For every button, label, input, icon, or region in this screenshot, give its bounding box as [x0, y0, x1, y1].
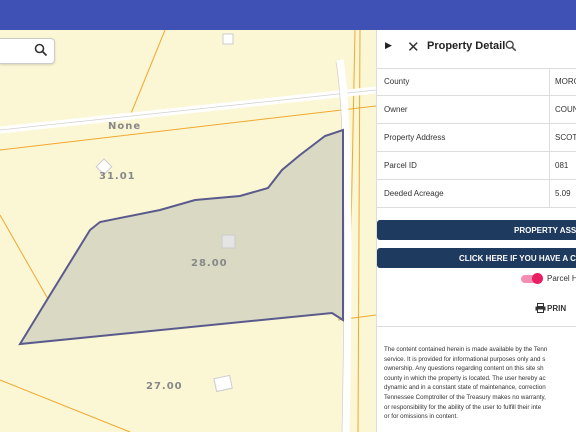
parcel-label: 31.01 [99, 171, 136, 182]
road-label: None [108, 121, 142, 132]
detail-value: MORG [555, 77, 576, 86]
building-icon [222, 33, 234, 45]
app-header-bar [0, 0, 576, 30]
printer-icon[interactable] [535, 303, 546, 313]
search-icon[interactable] [34, 43, 48, 57]
parcel-map[interactable]: None 31.01 28.00 27.00 [0, 30, 376, 432]
parcel-highlight-toggle[interactable] [521, 273, 543, 284]
property-detail-table: County MORG Owner COUN Property Address … [377, 68, 576, 208]
road-edge [0, 89, 376, 131]
parcel-line [0, 379, 131, 432]
disclaimer-text: The content contained herein is made ava… [384, 346, 548, 421]
detail-row-acreage: Deeded Acreage 5.09 [377, 180, 576, 208]
map-canvas[interactable] [0, 30, 376, 432]
detail-label: Parcel ID [384, 161, 417, 170]
button-label: CLICK HERE IF YOU HAVE A CONCE [459, 254, 576, 263]
print-button[interactable]: PRIN [547, 304, 566, 313]
detail-label: Deeded Acreage [384, 189, 444, 198]
detail-row-parcel-id: Parcel ID 081 [377, 152, 576, 180]
detail-value: COUN [555, 105, 576, 114]
panel-header: ▶ ✕ Property Detail [377, 30, 576, 69]
toggle-label: Parcel Hi [547, 274, 576, 283]
expand-icon[interactable]: ▶ [385, 40, 392, 51]
search-box[interactable] [0, 38, 55, 64]
panel-title: Property Detail [427, 40, 506, 52]
selected-parcel[interactable] [18, 128, 344, 346]
property-assessment-button[interactable]: PROPERTY ASSESS [377, 220, 576, 240]
parcel-label: 27.00 [146, 381, 183, 392]
detail-row-owner: Owner COUN [377, 96, 576, 124]
button-label: PROPERTY ASSESS [514, 226, 576, 235]
disclaimer: The content contained herein is made ava… [377, 326, 576, 432]
building-icon [221, 234, 236, 249]
building-icon [213, 374, 233, 393]
property-detail-panel: ▶ ✕ Property Detail County MORG Owner CO… [376, 30, 576, 432]
detail-label: Property Address [384, 133, 446, 142]
detail-label: County [384, 77, 410, 86]
detail-row-county: County MORG [377, 68, 576, 96]
report-concern-button[interactable]: CLICK HERE IF YOU HAVE A CONCE [377, 248, 576, 268]
detail-label: Owner [384, 105, 408, 114]
close-icon[interactable]: ✕ [407, 38, 420, 56]
detail-value: SCOTT [555, 133, 576, 142]
detail-value: 5.09 [555, 189, 571, 198]
parcel-label: 28.00 [191, 258, 228, 269]
detail-row-address: Property Address SCOTT [377, 124, 576, 152]
zoom-to-icon[interactable] [505, 40, 517, 52]
detail-value: 081 [555, 161, 569, 170]
parcel-line [129, 30, 166, 117]
